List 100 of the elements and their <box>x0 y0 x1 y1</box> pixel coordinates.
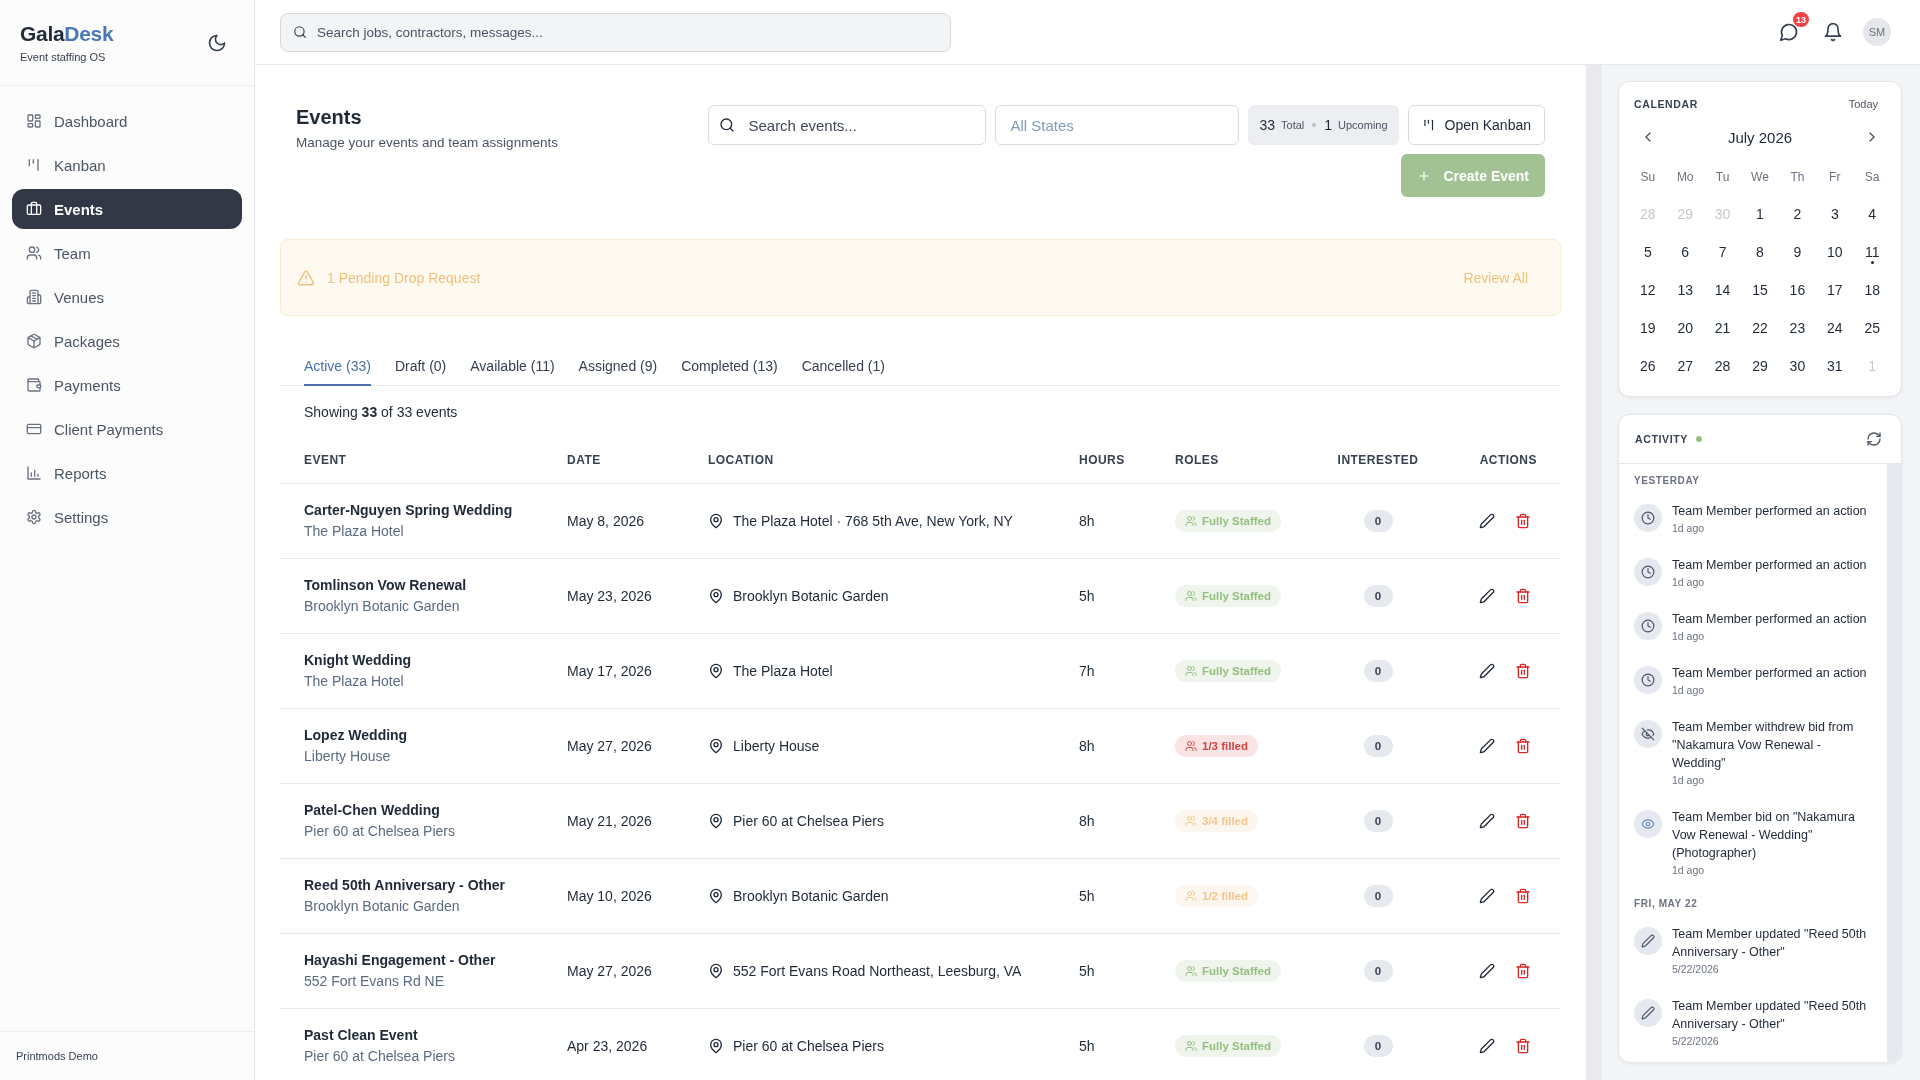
tab[interactable]: Active (33) <box>304 346 371 386</box>
search-field[interactable]: Search events... <box>708 105 987 145</box>
calendar-day[interactable]: 5 <box>1629 233 1667 271</box>
chat-icon[interactable] <box>1779 22 1799 42</box>
weekday-label: Su <box>1639 169 1657 186</box>
scrollbar[interactable] <box>1586 65 1602 1080</box>
calendar-day[interactable]: 15 <box>1741 271 1779 309</box>
search-field[interactable]: Search jobs, contractors, messages... <box>280 12 951 52</box>
activity-group-label: YESTERDAY <box>1634 475 1701 487</box>
calendar-day[interactable]: 28 <box>1703 347 1742 385</box>
calendar-day[interactable]: 22 <box>1741 309 1779 347</box>
nav-item[interactable]: Client Payments <box>12 409 242 449</box>
calendar-day[interactable]: 26 <box>1629 347 1667 385</box>
calendar-day[interactable]: 7 <box>1703 233 1742 271</box>
tab[interactable]: Completed (13) <box>681 346 778 386</box>
calendar-day[interactable]: 11 <box>1853 233 1891 271</box>
unread-count: 13 <box>1793 12 1809 27</box>
calendar-day[interactable]: 25 <box>1853 309 1891 347</box>
open-kanban-button[interactable]: Open Kanban <box>1407 105 1545 145</box>
calendar-day[interactable]: 2 <box>1778 195 1817 233</box>
calendar-day[interactable]: 21 <box>1703 309 1742 347</box>
calendar-day[interactable]: 12 <box>1629 271 1667 309</box>
activity-text: Team Member performed an action <box>1672 610 1868 628</box>
calendar-day[interactable]: 14 <box>1703 271 1742 309</box>
event-name[interactable]: Hayashi Engagement - Other <box>304 950 496 971</box>
interested-count: 0 <box>1363 510 1393 532</box>
calendar-day[interactable]: 19 <box>1629 309 1667 347</box>
nav-item[interactable]: Events <box>12 189 242 229</box>
scrollbar[interactable] <box>1887 464 1901 1062</box>
calendar-day[interactable]: 17 <box>1816 271 1854 309</box>
pencil-icon <box>1479 1038 1495 1054</box>
event-name[interactable]: Patel-Chen Wedding <box>304 800 440 821</box>
calendar-day[interactable]: 10 <box>1816 233 1854 271</box>
event-hours: 8h <box>1079 513 1095 529</box>
event-venue: Pier 60 at Chelsea Piers <box>304 822 455 841</box>
activity-time: 5/22/2026 <box>1672 1033 1720 1049</box>
calendar-day[interactable]: 27 <box>1666 347 1704 385</box>
column-header: INTERESTED <box>1337 452 1419 467</box>
event-hours: 5h <box>1079 1038 1095 1054</box>
settings-icon <box>26 509 42 525</box>
calendar-day[interactable]: 16 <box>1778 271 1817 309</box>
calendar-day[interactable]: 31 <box>1816 347 1854 385</box>
event-name[interactable]: Tomlinson Vow Renewal <box>304 575 467 596</box>
bell-icon[interactable] <box>1823 22 1843 42</box>
nav-item[interactable]: Dashboard <box>12 101 242 141</box>
weekday-label: Sa <box>1863 169 1881 186</box>
nav-item[interactable]: Venues <box>12 277 242 317</box>
activity-text: Team Member updated "Reed 50th Anniversary - Other" <box>1672 997 1868 1033</box>
nav-item[interactable]: Settings <box>12 497 242 537</box>
event-name[interactable]: Lopez Wedding <box>304 725 408 746</box>
nav-item[interactable]: Payments <box>12 365 242 405</box>
calendar-day[interactable]: 13 <box>1666 271 1704 309</box>
calendar-day[interactable]: 8 <box>1741 233 1779 271</box>
tab[interactable]: Draft (0) <box>394 346 447 386</box>
event-name[interactable]: Knight Wedding <box>304 650 412 671</box>
interested-count: 0 <box>1363 810 1393 832</box>
event-dot-icon <box>1870 261 1874 264</box>
people-icon <box>1185 515 1197 527</box>
calendar-day[interactable]: 9 <box>1778 233 1817 271</box>
columns-icon <box>26 157 42 173</box>
tab[interactable]: Available (11) <box>470 346 555 386</box>
nav-item[interactable]: Kanban <box>12 145 242 185</box>
moon-icon[interactable] <box>207 32 227 53</box>
calendar-day[interactable]: 4 <box>1853 195 1891 233</box>
calendar-day[interactable]: 24 <box>1816 309 1854 347</box>
people-icon <box>1185 1040 1197 1052</box>
staffing-status: Fully Staffed <box>1202 665 1271 677</box>
event-hours: 8h <box>1079 813 1095 829</box>
event-name[interactable]: Reed 50th Anniversary - Other <box>304 875 505 896</box>
today-button[interactable]: Today <box>1840 98 1886 110</box>
results-summary: Showing 33 of 33 events <box>303 403 459 422</box>
interested-count: 0 <box>1363 885 1393 907</box>
calendar-day[interactable]: 3 <box>1816 195 1854 233</box>
calendar-day[interactable]: 6 <box>1666 233 1704 271</box>
people-icon <box>1185 590 1197 602</box>
calendar-day[interactable]: 29 <box>1741 347 1779 385</box>
event-hours: 8h <box>1079 738 1095 754</box>
trash-icon <box>1515 1038 1531 1054</box>
calendar-day[interactable]: 18 <box>1853 271 1891 309</box>
nav-item[interactable]: Reports <box>12 453 242 493</box>
tab[interactable]: Assigned (9) <box>578 346 658 386</box>
event-name[interactable]: Carter-Nguyen Spring Wedding <box>304 500 513 521</box>
nav-item[interactable]: Team <box>12 233 242 273</box>
event-venue: Brooklyn Botanic Garden <box>304 597 460 616</box>
event-location: The Plaza Hotel <box>733 663 833 679</box>
page-title: Events <box>296 105 363 129</box>
activity-time: 1d ago <box>1672 862 1706 878</box>
event-hours: 5h <box>1079 588 1095 604</box>
refresh-icon[interactable] <box>1866 431 1882 447</box>
event-name[interactable]: Past Clean Event <box>304 1025 418 1046</box>
calendar-day[interactable]: 20 <box>1666 309 1704 347</box>
user-avatar[interactable]: SM <box>1863 18 1891 46</box>
briefcase-icon <box>26 201 42 217</box>
state-filter-field[interactable]: All States <box>995 105 1240 145</box>
calendar-day[interactable]: 1 <box>1741 195 1779 233</box>
calendar-day[interactable]: 23 <box>1778 309 1817 347</box>
calendar-day[interactable]: 30 <box>1778 347 1817 385</box>
tab[interactable]: Cancelled (1) <box>801 346 885 386</box>
nav-item[interactable]: Packages <box>12 321 242 361</box>
upcoming-count: 1 <box>1324 117 1333 133</box>
